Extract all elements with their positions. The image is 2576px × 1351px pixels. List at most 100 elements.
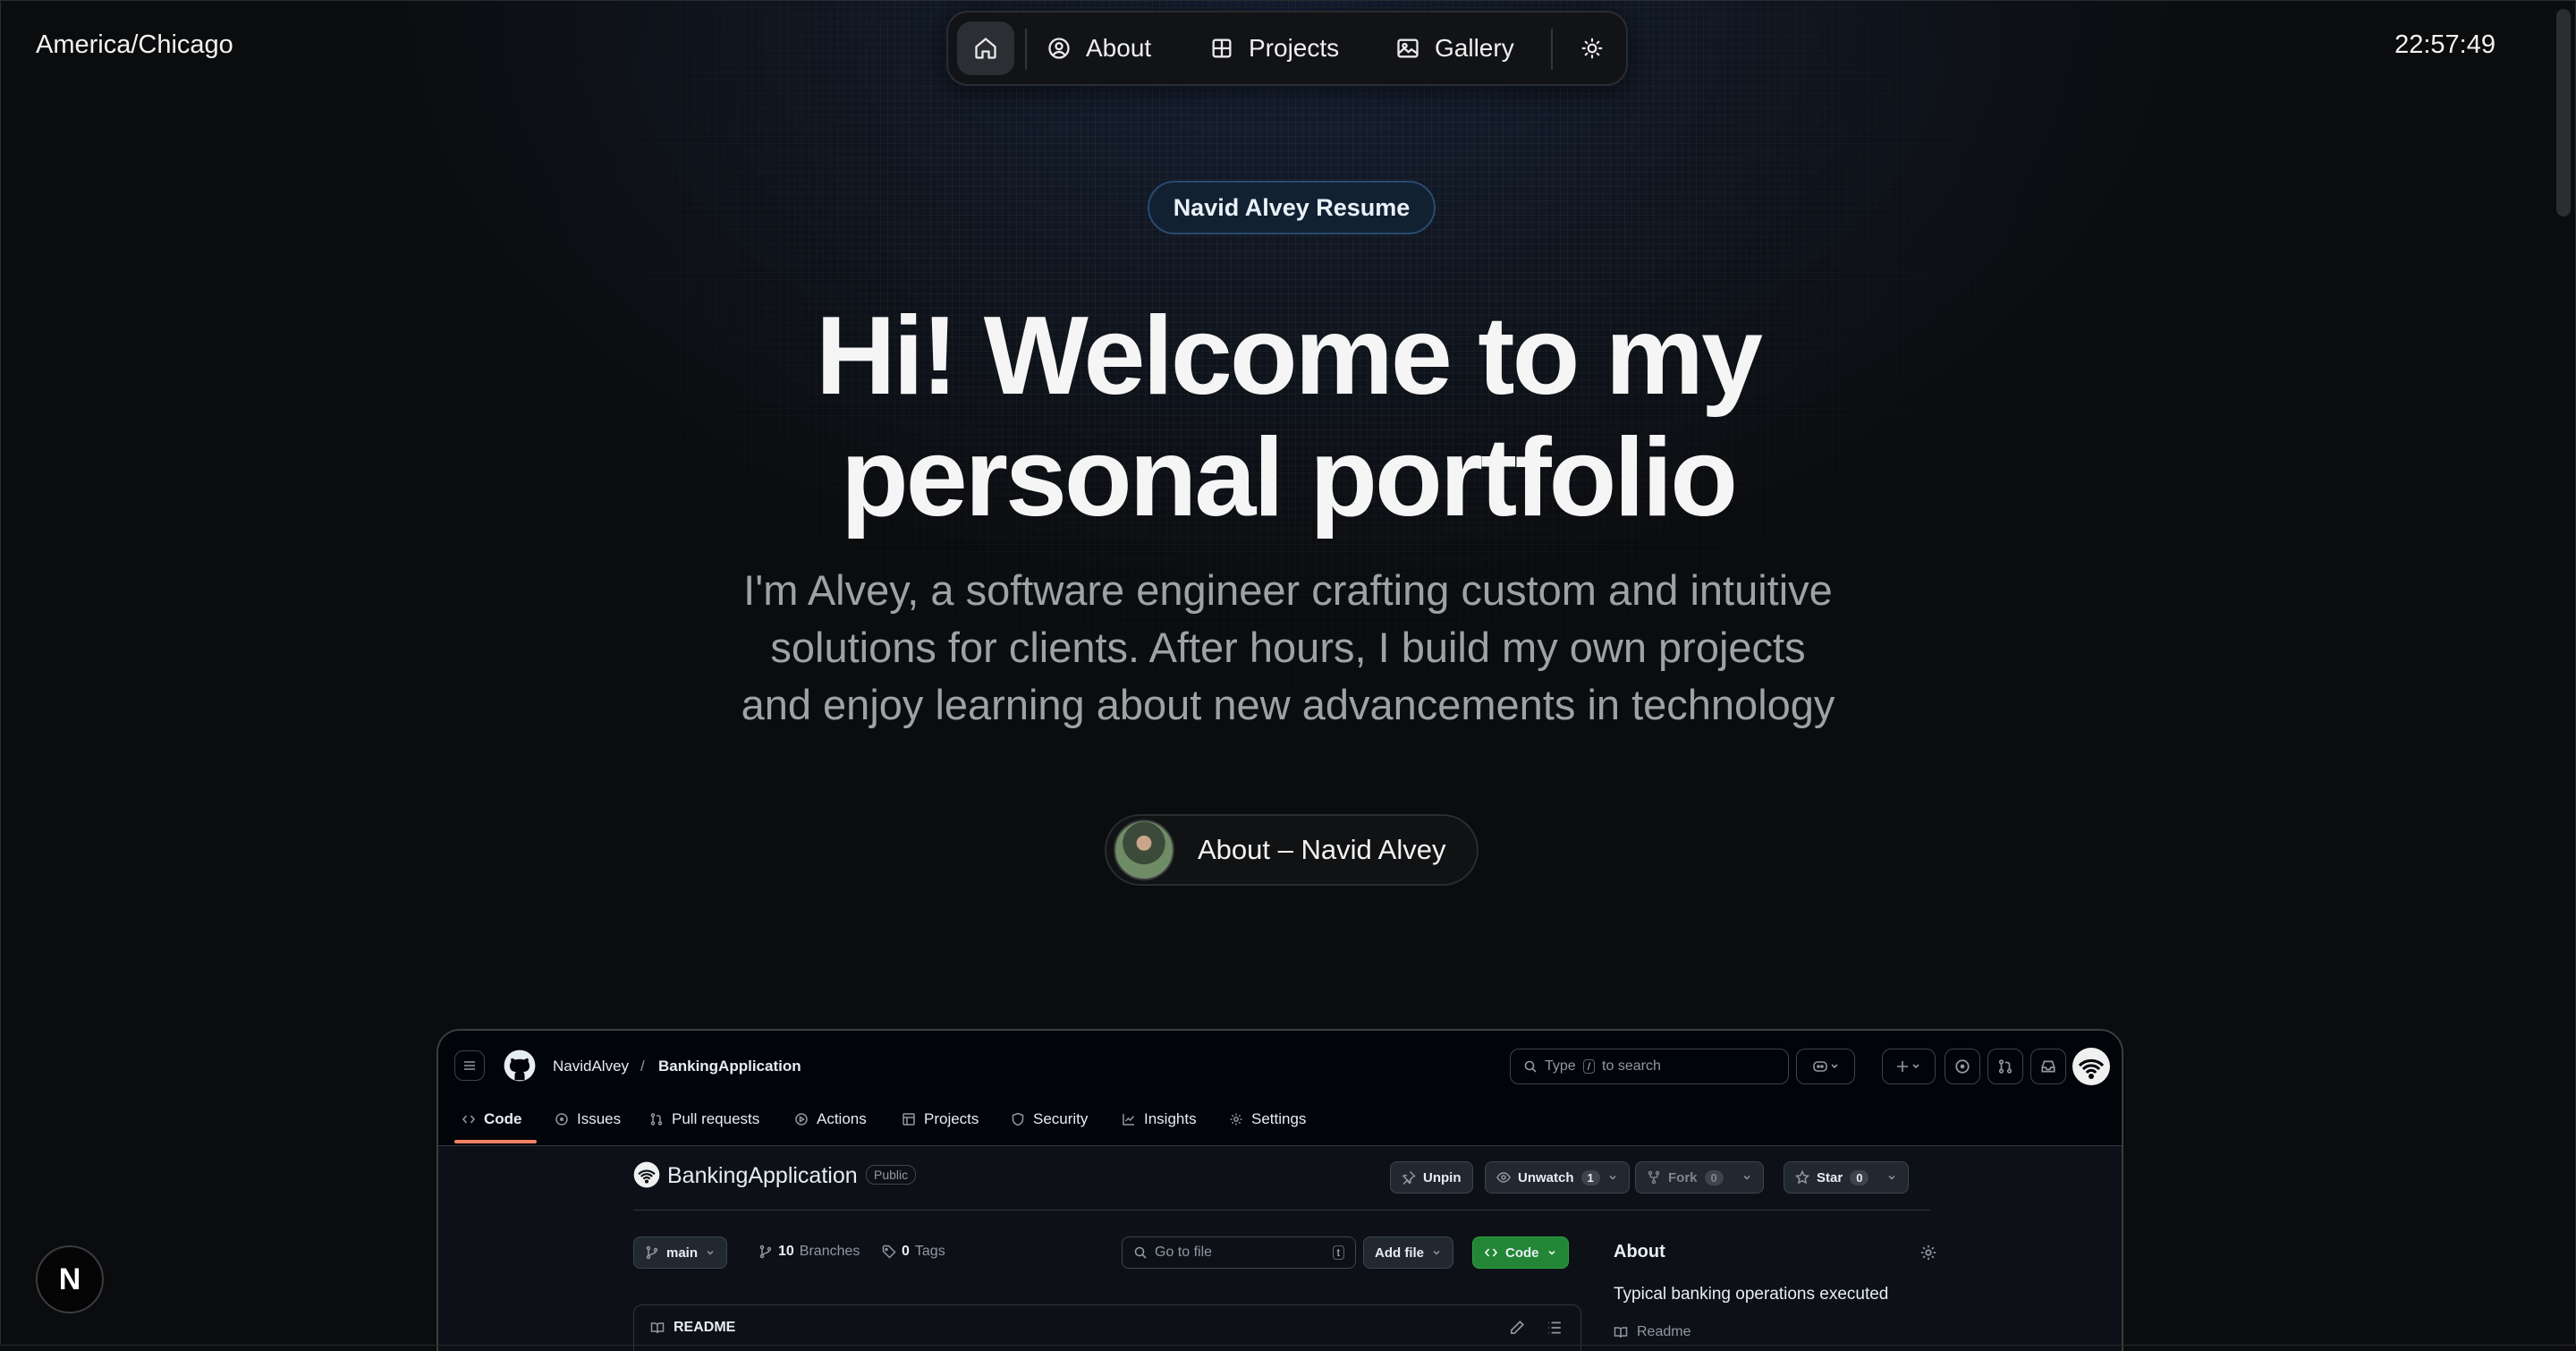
- top-navbar: About Projects Gallery: [946, 11, 1628, 86]
- gh-tab-pull-requests[interactable]: Pull requests: [649, 1102, 759, 1136]
- nextjs-dev-badge[interactable]: N: [36, 1245, 104, 1313]
- hero-subtitle-line: solutions for clients. After hours, I bu…: [770, 624, 1806, 671]
- gh-branch-label: main: [666, 1245, 699, 1261]
- gh-fork-label: Fork: [1668, 1169, 1698, 1185]
- gh-unwatch-label: Unwatch: [1518, 1169, 1574, 1185]
- gh-owner-link[interactable]: NavidAlvey: [553, 1058, 629, 1075]
- gh-tab-issues[interactable]: Issues: [555, 1102, 621, 1136]
- gh-readme-panel: README: [633, 1304, 1581, 1351]
- gh-search-input[interactable]: Type / to search: [1510, 1049, 1789, 1084]
- gh-menu-button[interactable]: [454, 1050, 485, 1081]
- gh-active-tab-indicator: [454, 1140, 537, 1143]
- star-icon: [1795, 1170, 1809, 1185]
- gh-tab-projects[interactable]: Projects: [902, 1102, 979, 1136]
- gh-copilot-button[interactable]: [1796, 1049, 1855, 1084]
- gh-tab-security[interactable]: Security: [1011, 1102, 1088, 1136]
- gh-inbox-button[interactable]: [2030, 1049, 2066, 1084]
- github-preview: NavidAlvey / BankingApplication Type / t…: [436, 1029, 2123, 1351]
- plus-icon: [1895, 1059, 1922, 1074]
- about-button-label: About – Navid Alvey: [1198, 834, 1446, 865]
- gh-branch-select[interactable]: main: [633, 1236, 728, 1269]
- gh-tab-label: Issues: [577, 1110, 622, 1127]
- nav-item-label: About: [1086, 34, 1152, 62]
- gh-tab-label: Actions: [817, 1110, 867, 1127]
- gh-pulls-button[interactable]: [1987, 1049, 2023, 1084]
- gh-tab-settings[interactable]: Settings: [1229, 1102, 1306, 1136]
- code-icon: [462, 1112, 476, 1126]
- nav-home-button[interactable]: [957, 21, 1014, 75]
- nav-divider: [1025, 29, 1027, 70]
- gh-add-file-label: Add file: [1375, 1245, 1424, 1261]
- hero-subtitle: I'm Alvey, a software engineer crafting …: [662, 562, 1914, 734]
- gh-code-label: Code: [1505, 1245, 1539, 1261]
- gh-divider: [633, 1210, 1930, 1211]
- gh-tab-code[interactable]: Code: [462, 1102, 522, 1136]
- user-circle-icon: [1046, 36, 1072, 61]
- chevron-down-icon: [705, 1247, 716, 1258]
- fork-icon: [1647, 1170, 1661, 1185]
- search-icon: [1133, 1245, 1148, 1260]
- gh-about-description: Typical banking operations executed: [1614, 1285, 1889, 1304]
- gh-fork-count: 0: [1704, 1169, 1724, 1185]
- image-icon: [1395, 36, 1420, 61]
- gh-repo-title[interactable]: BankingApplication: [667, 1163, 858, 1189]
- gh-tab-label: Projects: [924, 1110, 979, 1127]
- gh-goto-placeholder: Go to file: [1155, 1245, 1213, 1260]
- gh-fork-button[interactable]: Fork 0: [1635, 1161, 1764, 1194]
- copilot-icon: [1812, 1059, 1839, 1074]
- table-icon: [902, 1112, 916, 1126]
- branch-icon: [758, 1245, 773, 1259]
- gh-tags-count: 0: [902, 1244, 910, 1259]
- gh-issues-button[interactable]: [1945, 1049, 1980, 1084]
- gh-repo-avatar-icon: [633, 1161, 660, 1188]
- gh-search-shortcut: /: [1582, 1059, 1596, 1074]
- gh-tab-label: Pull requests: [672, 1110, 760, 1127]
- chevron-down-icon: [1607, 1172, 1618, 1183]
- gear-icon: [1229, 1112, 1243, 1126]
- gh-code-button[interactable]: Code: [1472, 1236, 1569, 1269]
- gh-tab-actions[interactable]: Actions: [794, 1102, 867, 1136]
- nav-item-projects[interactable]: Projects: [1209, 21, 1339, 75]
- avatar: [1114, 820, 1174, 880]
- github-logo-icon[interactable]: [503, 1049, 537, 1083]
- list-icon[interactable]: [1546, 1320, 1563, 1336]
- gh-tab-label: Insights: [1144, 1110, 1197, 1127]
- gh-readme-tab[interactable]: README: [650, 1320, 735, 1336]
- pencil-icon[interactable]: [1509, 1320, 1525, 1336]
- gh-repo-link[interactable]: BankingApplication: [658, 1058, 801, 1075]
- gear-icon[interactable]: [1919, 1244, 1937, 1262]
- shield-icon: [1011, 1112, 1025, 1126]
- resume-badge-link[interactable]: Navid Alvey Resume: [1148, 181, 1436, 234]
- pull-request-icon: [1997, 1058, 2013, 1075]
- nav-item-about[interactable]: About: [1046, 21, 1151, 75]
- gh-tags-link[interactable]: 0 Tags: [882, 1244, 945, 1260]
- chevron-down-icon: [1886, 1172, 1897, 1183]
- gh-branches-count: 10: [778, 1244, 794, 1259]
- search-icon: [1523, 1059, 1538, 1074]
- about-button[interactable]: About – Navid Alvey: [1105, 814, 1479, 886]
- gh-tab-insights[interactable]: Insights: [1122, 1102, 1197, 1136]
- gh-visibility-badge: Public: [866, 1165, 917, 1185]
- gh-branches-link[interactable]: 10 Branches: [758, 1244, 860, 1260]
- gh-unpin-label: Unpin: [1423, 1169, 1462, 1185]
- chevron-down-icon: [1741, 1172, 1752, 1183]
- gh-goto-file-input[interactable]: Go to file t: [1122, 1236, 1356, 1269]
- gh-about-readme-link[interactable]: Readme: [1614, 1324, 1690, 1340]
- gh-star-count: 0: [1850, 1169, 1869, 1185]
- hero-subtitle-line: I'm Alvey, a software engineer crafting …: [743, 566, 1833, 614]
- scrollbar-thumb[interactable]: [2556, 9, 2571, 217]
- gh-search-suffix: to search: [1602, 1058, 1661, 1074]
- nav-divider: [1551, 29, 1553, 70]
- chevron-down-icon: [1546, 1247, 1557, 1258]
- nav-item-gallery[interactable]: Gallery: [1395, 21, 1514, 75]
- gh-unwatch-button[interactable]: Unwatch 1: [1485, 1161, 1630, 1194]
- gh-unpin-button[interactable]: Unpin: [1390, 1161, 1473, 1194]
- gh-create-button[interactable]: [1882, 1049, 1936, 1084]
- nav-item-label: Projects: [1249, 34, 1340, 62]
- gh-star-button[interactable]: Star 0: [1784, 1161, 1910, 1194]
- gh-star-label: Star: [1817, 1169, 1843, 1185]
- gh-add-file-button[interactable]: Add file: [1363, 1236, 1453, 1269]
- theme-toggle-button[interactable]: [1565, 21, 1619, 75]
- gh-user-avatar-icon[interactable]: [2072, 1047, 2111, 1086]
- inbox-icon: [2040, 1058, 2056, 1075]
